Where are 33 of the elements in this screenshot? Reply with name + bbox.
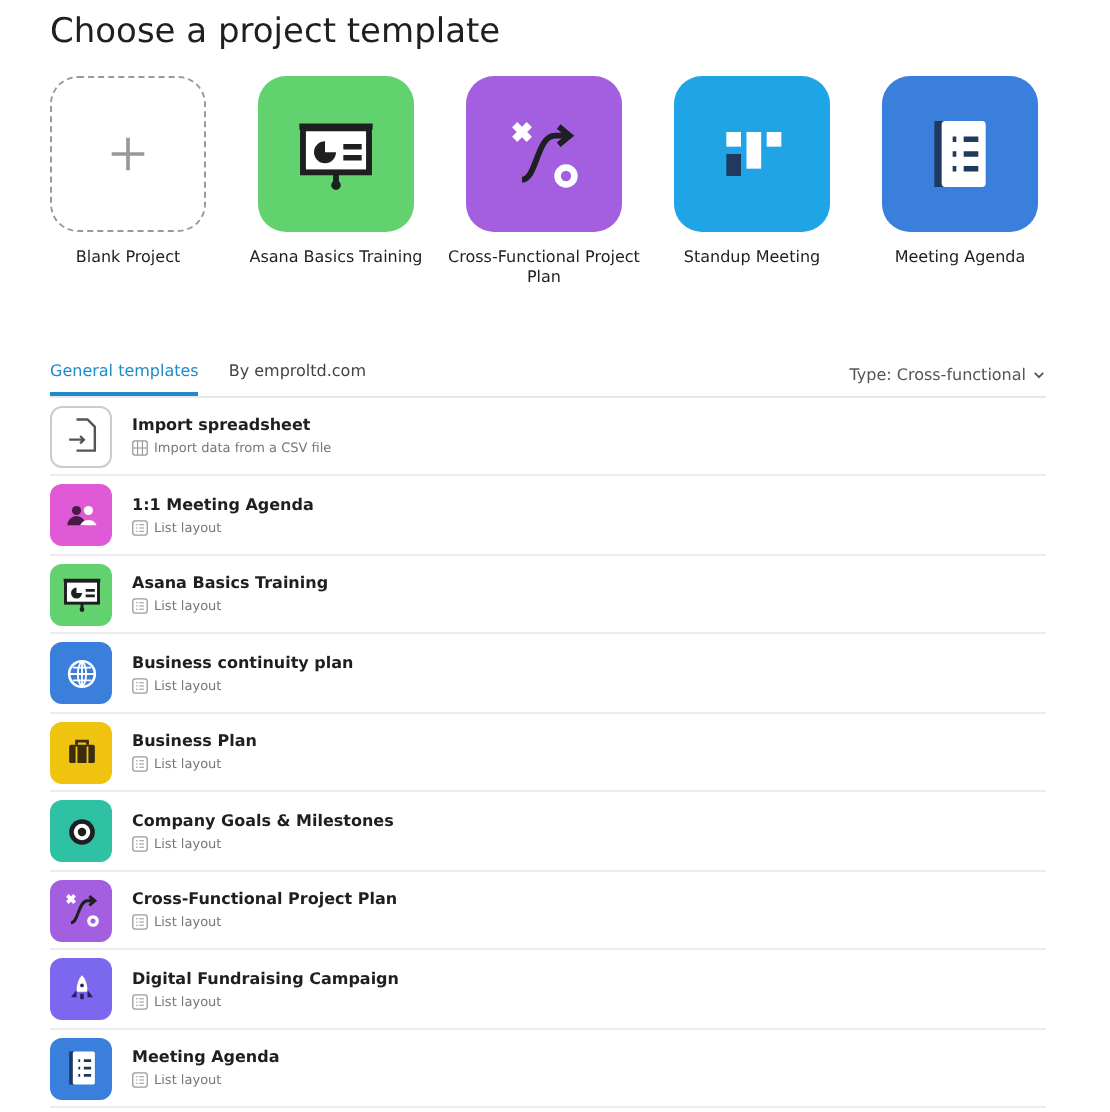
template-name: Asana Basics Training (132, 574, 329, 593)
list-icon (132, 756, 148, 773)
page-title: Choose a project template (50, 12, 503, 52)
template-label: Asana Basics Training (247, 248, 425, 269)
tab[interactable]: General templates (50, 361, 199, 396)
template-name: Company Goals & Milestones (132, 811, 394, 830)
tab[interactable]: By emproltd.com (228, 361, 366, 396)
template-tile[interactable] (258, 76, 414, 232)
template-label: Meeting Agenda (892, 248, 1028, 269)
template-name: Cross-Functional Project Plan (132, 890, 398, 909)
chevron-down-icon (1032, 367, 1046, 382)
list-icon (132, 677, 148, 694)
list-icon (132, 914, 148, 931)
template-name: 1:1 Meeting Agenda (132, 495, 314, 514)
type-filter-dropdown[interactable]: Type: Cross-functional (849, 365, 1046, 396)
list-icon (132, 993, 148, 1010)
template-label: Standup Meeting (681, 248, 823, 269)
template-label: Blank Project (73, 248, 183, 269)
list-icon (132, 519, 148, 536)
table-icon (132, 440, 148, 457)
template-name: Import spreadsheet (132, 416, 313, 435)
template-name: Digital Fundraising Campaign (132, 969, 399, 988)
template-tile[interactable] (882, 76, 1038, 232)
template-tile[interactable] (466, 76, 622, 232)
template-name: Business continuity plan (132, 653, 354, 672)
list-icon (132, 598, 148, 615)
list-icon (132, 1072, 148, 1089)
template-name: Business Plan (132, 732, 257, 751)
template-name: Meeting Agenda (132, 1048, 280, 1067)
list-icon (132, 835, 148, 852)
template-tile[interactable] (50, 76, 206, 232)
template-label: Cross-Functional Project Plan (448, 248, 640, 290)
template-tile[interactable] (674, 76, 830, 232)
